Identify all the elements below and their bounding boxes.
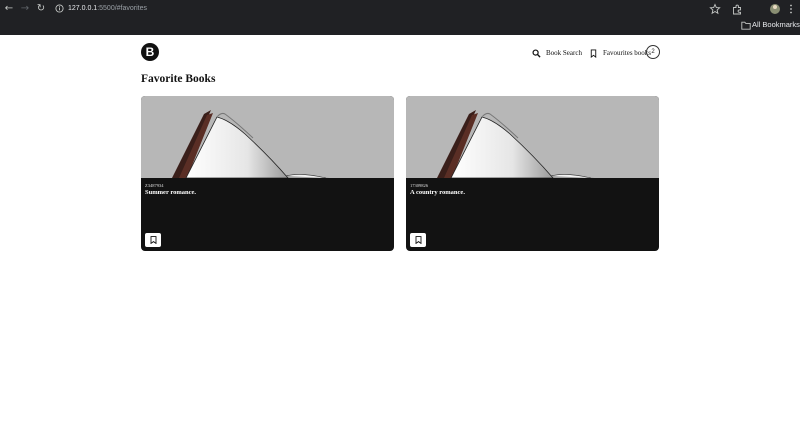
- book-id: 17309826: [410, 183, 428, 188]
- favourites-label: Favourites books: [603, 49, 652, 57]
- all-bookmarks-link[interactable]: All Bookmarks: [752, 19, 800, 31]
- book-title: A country romance.: [410, 189, 465, 196]
- remove-favorite-button[interactable]: [145, 233, 161, 247]
- back-icon[interactable]: ←: [3, 3, 15, 15]
- url-text: 127.0.0.1:5500/#favorites: [68, 5, 148, 12]
- search-icon: [532, 48, 541, 58]
- book-title: Summer romance.: [145, 189, 197, 196]
- bookmark-icon: [150, 236, 156, 244]
- favourites-count-badge: 2: [646, 45, 660, 59]
- book-cover-image: [141, 96, 394, 178]
- profile-avatar[interactable]: [770, 4, 780, 14]
- book-search-link[interactable]: Book Search: [532, 46, 582, 60]
- address-bar[interactable]: 127.0.0.1:5500/#favorites: [50, 1, 730, 17]
- bookmark-icon: [590, 48, 597, 58]
- book-cover-image: [406, 96, 659, 178]
- folder-icon: [741, 21, 751, 30]
- site-info-icon[interactable]: [55, 4, 64, 13]
- extensions-icon[interactable]: [731, 3, 743, 15]
- bookmarks-bar: [0, 18, 800, 35]
- menu-icon[interactable]: [785, 3, 797, 15]
- page-title: Favorite Books: [141, 73, 216, 85]
- book-card[interactable]: 17309826 A country romance.: [406, 96, 659, 251]
- remove-favorite-button[interactable]: [410, 233, 426, 247]
- forward-icon[interactable]: →: [19, 3, 31, 15]
- book-search-label: Book Search: [546, 49, 582, 57]
- bookmark-icon: [415, 236, 421, 244]
- book-card[interactable]: Z3487934 Summer romance.: [141, 96, 394, 251]
- favourites-link[interactable]: Favourites books: [589, 46, 651, 60]
- bookmark-star-icon[interactable]: [709, 3, 721, 15]
- reload-icon[interactable]: ↻: [35, 3, 47, 15]
- book-id: Z3487934: [145, 183, 164, 188]
- site-logo[interactable]: B: [141, 43, 159, 61]
